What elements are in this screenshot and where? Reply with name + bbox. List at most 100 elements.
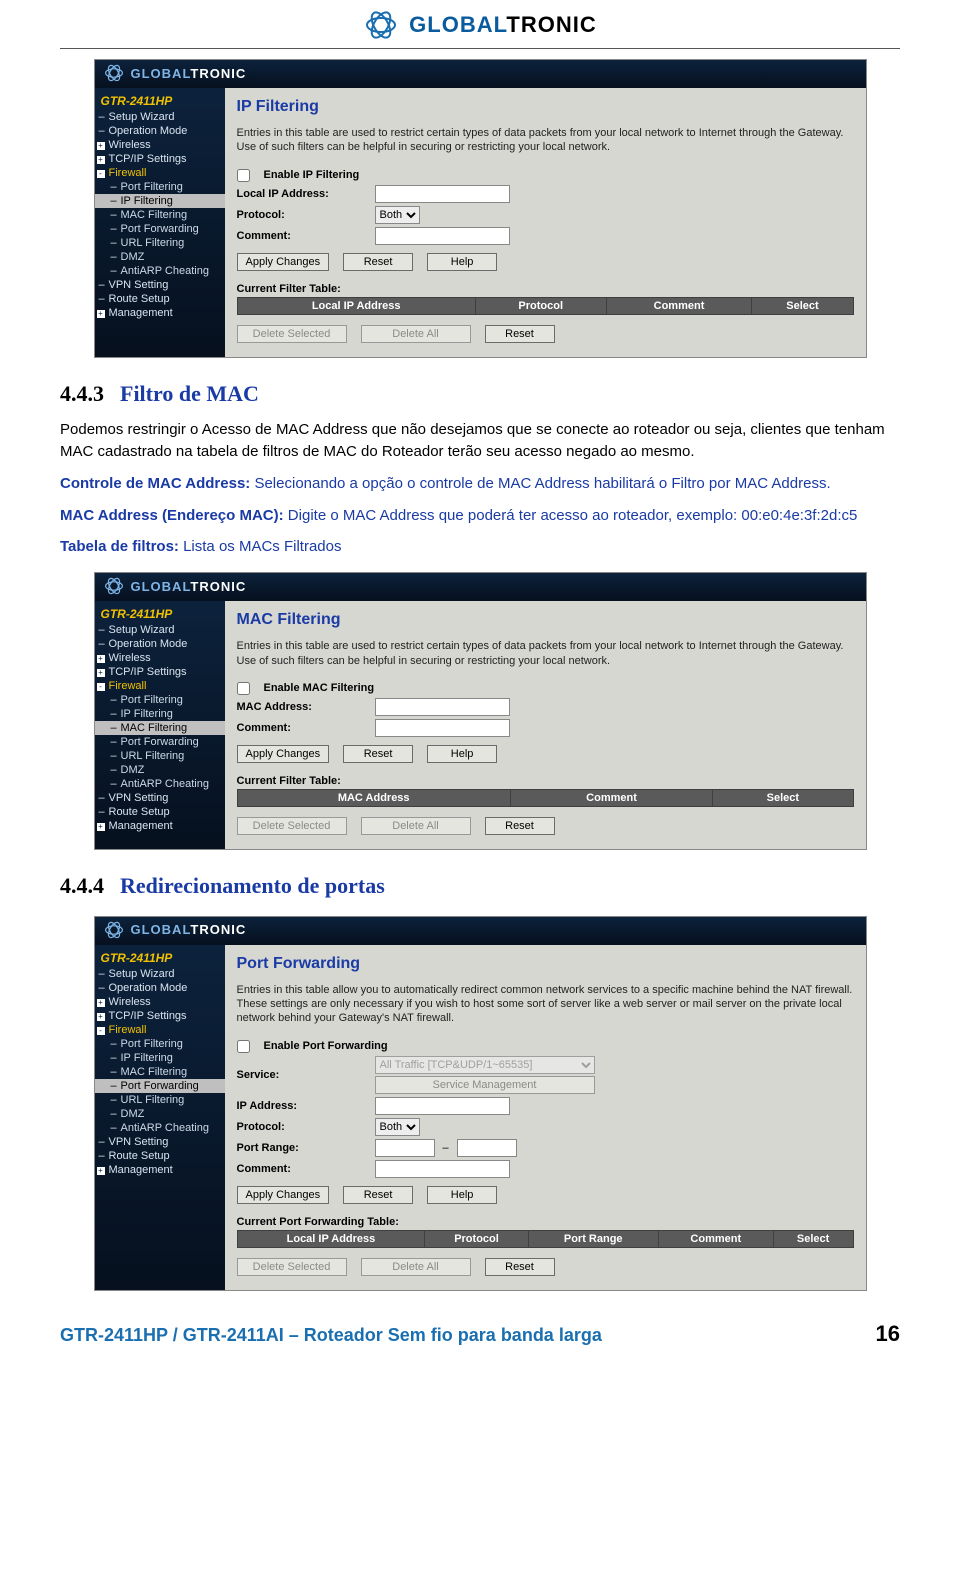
apply-button[interactable]: Apply Changes xyxy=(237,745,330,763)
sidebar-item-url-filtering[interactable]: –URL Filtering xyxy=(95,236,225,250)
reset2-button[interactable]: Reset xyxy=(485,817,555,835)
sidebar-item-setup-wizard[interactable]: –Setup Wizard xyxy=(95,967,225,981)
sidebar-item-url-filtering[interactable]: –URL Filtering xyxy=(95,749,225,763)
delete-selected-button[interactable]: Delete Selected xyxy=(237,817,347,835)
delete-all-button[interactable]: Delete All xyxy=(361,325,471,343)
local-ip-input[interactable] xyxy=(375,185,510,203)
sidebar-item-port-forwarding[interactable]: –Port Forwarding xyxy=(95,1079,225,1093)
comment-input[interactable] xyxy=(375,227,510,245)
sidebar-item-ip-filtering[interactable]: –IP Filtering xyxy=(95,1051,225,1065)
sidebar-item-tcpip[interactable]: +TCP/IP Settings xyxy=(95,152,225,166)
sidebar-item-operation-mode[interactable]: –Operation Mode xyxy=(95,637,225,651)
protocol-select[interactable]: Both xyxy=(375,1118,420,1136)
filter-table: Local IP Address Protocol Comment Select xyxy=(237,297,854,315)
reset2-button[interactable]: Reset xyxy=(485,325,555,343)
sidebar-item-url-filtering[interactable]: –URL Filtering xyxy=(95,1093,225,1107)
sidebar-item-route[interactable]: –Route Setup xyxy=(95,292,225,306)
section-heading-443: 4.4.3Filtro de MAC xyxy=(60,378,900,410)
sidebar-item-mac-filtering[interactable]: –MAC Filtering xyxy=(95,1065,225,1079)
doc-p3: MAC Address (Endereço MAC): Digite o MAC… xyxy=(60,505,900,527)
help-button[interactable]: Help xyxy=(427,745,497,763)
help-button[interactable]: Help xyxy=(427,253,497,271)
sidebar-item-port-filtering[interactable]: –Port Filtering xyxy=(95,180,225,194)
comment-label: Comment: xyxy=(237,230,367,242)
sidebar-item-management[interactable]: +Management xyxy=(95,819,225,833)
col-mac: MAC Address xyxy=(237,789,510,806)
sidebar-item-management[interactable]: +Management xyxy=(95,1163,225,1177)
filter-table-title: Current Port Forwarding Table: xyxy=(237,1216,854,1228)
reset-button[interactable]: Reset xyxy=(343,1186,413,1204)
enable-mac-filtering-label: Enable MAC Filtering xyxy=(264,682,375,694)
sidebar-item-dmz[interactable]: –DMZ xyxy=(95,250,225,264)
col-comment: Comment xyxy=(606,297,752,314)
comment-input[interactable] xyxy=(375,1160,510,1178)
sidebar-item-wireless[interactable]: +Wireless xyxy=(95,651,225,665)
ip-address-input[interactable] xyxy=(375,1097,510,1115)
sidebar-item-ip-filtering[interactable]: –IP Filtering xyxy=(95,707,225,721)
col-protocol: Protocol xyxy=(475,297,606,314)
panel-banner: GLOBALTRONIC xyxy=(95,573,866,601)
sidebar-item-setup-wizard[interactable]: –Setup Wizard xyxy=(95,623,225,637)
delete-selected-button[interactable]: Delete Selected xyxy=(237,325,347,343)
header-logo: GLOBALTRONIC xyxy=(60,10,900,40)
service-label: Service: xyxy=(237,1069,367,1081)
sidebar-item-wireless[interactable]: +Wireless xyxy=(95,138,225,152)
sidebar-item-port-forwarding[interactable]: –Port Forwarding xyxy=(95,222,225,236)
help-button[interactable]: Help xyxy=(427,1186,497,1204)
sidebar-item-route[interactable]: –Route Setup xyxy=(95,805,225,819)
doc-section-443: 4.4.3Filtro de MAC Podemos restringir o … xyxy=(60,378,900,559)
sidebar-item-antiarp[interactable]: –AntiARP Cheating xyxy=(95,1121,225,1135)
reset-button[interactable]: Reset xyxy=(343,253,413,271)
sidebar-item-firewall[interactable]: -Firewall xyxy=(95,1023,225,1037)
reset-button[interactable]: Reset xyxy=(343,745,413,763)
sidebar-item-firewall[interactable]: -Firewall xyxy=(95,679,225,693)
mac-address-input[interactable] xyxy=(375,698,510,716)
apply-button[interactable]: Apply Changes xyxy=(237,253,330,271)
sidebar-item-vpn[interactable]: –VPN Setting xyxy=(95,278,225,292)
sidebar-item-mac-filtering[interactable]: –MAC Filtering xyxy=(95,208,225,222)
port-range-to-input[interactable] xyxy=(457,1139,517,1157)
sidebar-item-route[interactable]: –Route Setup xyxy=(95,1149,225,1163)
comment-input[interactable] xyxy=(375,719,510,737)
delete-selected-button[interactable]: Delete Selected xyxy=(237,1258,347,1276)
sidebar-item-dmz[interactable]: –DMZ xyxy=(95,763,225,777)
protocol-select[interactable]: Both xyxy=(375,206,420,224)
model-label: GTR-2411HP xyxy=(95,949,225,967)
sidebar-item-vpn[interactable]: –VPN Setting xyxy=(95,791,225,805)
sidebar-item-wireless[interactable]: +Wireless xyxy=(95,995,225,1009)
sidebar-item-vpn[interactable]: –VPN Setting xyxy=(95,1135,225,1149)
sidebar-item-dmz[interactable]: –DMZ xyxy=(95,1107,225,1121)
doc-p2: Controle de MAC Address: Selecionando a … xyxy=(60,473,900,495)
port-range-from-input[interactable] xyxy=(375,1139,435,1157)
sidebar-item-antiarp[interactable]: –AntiARP Cheating xyxy=(95,777,225,791)
service-select[interactable]: All Traffic [TCP&UDP/1~65535] xyxy=(375,1056,595,1074)
page-number: 16 xyxy=(876,1321,900,1347)
logo-icon xyxy=(103,64,125,82)
sidebar-item-operation-mode[interactable]: –Operation Mode xyxy=(95,124,225,138)
sidebar-item-tcpip[interactable]: +TCP/IP Settings xyxy=(95,1009,225,1023)
sidebar-item-operation-mode[interactable]: –Operation Mode xyxy=(95,981,225,995)
sidebar-item-firewall[interactable]: -Firewall xyxy=(95,166,225,180)
sidebar-item-setup-wizard[interactable]: –Setup Wizard xyxy=(95,110,225,124)
enable-ip-filtering-checkbox[interactable] xyxy=(237,169,250,182)
apply-button[interactable]: Apply Changes xyxy=(237,1186,330,1204)
sidebar-item-mac-filtering[interactable]: –MAC Filtering xyxy=(95,721,225,735)
sidebar-item-port-filtering[interactable]: –Port Filtering xyxy=(95,693,225,707)
sidebar-item-port-filtering[interactable]: –Port Filtering xyxy=(95,1037,225,1051)
enable-mac-filtering-checkbox[interactable] xyxy=(237,682,250,695)
enable-port-forwarding-checkbox[interactable] xyxy=(237,1040,250,1053)
sidebar-item-port-forwarding[interactable]: –Port Forwarding xyxy=(95,735,225,749)
sidebar-item-management[interactable]: +Management xyxy=(95,306,225,320)
sidebar-item-ip-filtering[interactable]: –IP Filtering xyxy=(95,194,225,208)
logo-icon xyxy=(363,10,399,40)
page-footer: GTR-2411HP / GTR-2411AI – Roteador Sem f… xyxy=(60,1321,900,1347)
sidebar-item-tcpip[interactable]: +TCP/IP Settings xyxy=(95,665,225,679)
reset2-button[interactable]: Reset xyxy=(485,1258,555,1276)
filter-table: MAC Address Comment Select xyxy=(237,789,854,807)
service-management-button[interactable]: Service Management xyxy=(375,1076,595,1094)
delete-all-button[interactable]: Delete All xyxy=(361,817,471,835)
col-select: Select xyxy=(773,1230,853,1247)
sidebar-item-antiarp[interactable]: –AntiARP Cheating xyxy=(95,264,225,278)
delete-all-button[interactable]: Delete All xyxy=(361,1258,471,1276)
sidebar: GTR-2411HP –Setup Wizard –Operation Mode… xyxy=(95,945,225,1290)
